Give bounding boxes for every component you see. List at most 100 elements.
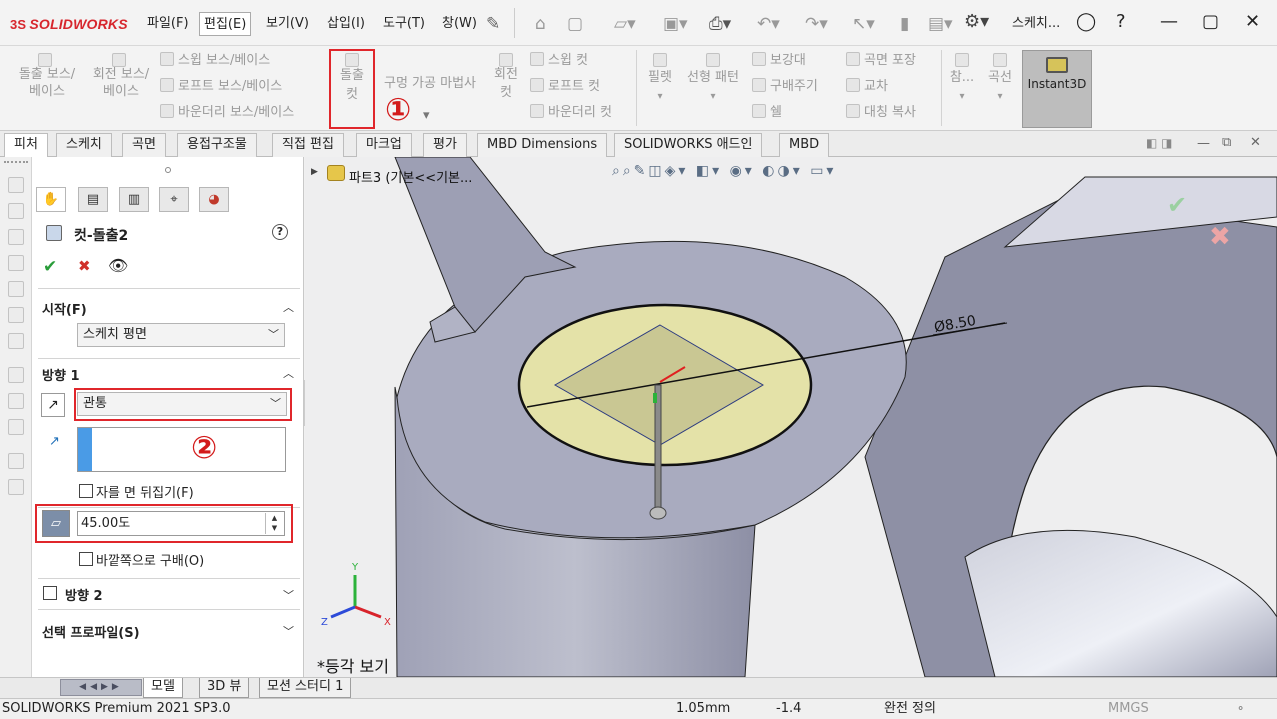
strip-tool-icon[interactable] xyxy=(8,229,24,245)
strip-tool-icon[interactable] xyxy=(8,367,24,383)
menu-window[interactable]: 창(W) xyxy=(438,12,481,36)
options-gear-icon[interactable]: ⚙▾ xyxy=(964,12,989,32)
revolve-boss-button[interactable]: 회전 보스/ 베이스 xyxy=(86,52,156,100)
graphics-area[interactable]: Ø8.50 ✔ ✖ Y X Z ▶ 파트3 (기본<<기본... ⌕⌕✎◫◈▾ … xyxy=(305,157,1277,677)
tab-weldments[interactable]: 용접구조물 xyxy=(177,133,257,157)
draft-angle-spinner[interactable]: ▲ ▼ xyxy=(265,513,283,534)
configuration-manager-tab[interactable]: ▥ xyxy=(119,187,149,212)
reverse-direction-button[interactable]: ↗ xyxy=(41,393,65,417)
tab-solidworks-addins[interactable]: SOLIDWORKS 애드인 xyxy=(614,133,763,157)
rebuild-icon[interactable]: ▮ xyxy=(900,14,909,34)
instant3d-button[interactable]: Instant3D xyxy=(1022,50,1092,128)
tab-evaluate[interactable]: 평가 xyxy=(423,133,467,157)
strip-tool-icon[interactable] xyxy=(8,177,24,193)
property-manager-tab[interactable]: ▤ xyxy=(78,187,108,212)
solidworks-logo[interactable]: 3S SOLIDWORKS xyxy=(10,16,128,32)
extrude-cut-button[interactable]: 돌출 컷 xyxy=(332,52,372,104)
boundary-boss-button[interactable]: 바운더리 보스/베이스 xyxy=(160,103,294,122)
undo-icon[interactable]: ↶▾ xyxy=(757,14,780,34)
strip-tool-icon[interactable] xyxy=(8,453,24,469)
tab-mbd[interactable]: MBD xyxy=(779,133,830,157)
wrap-button[interactable]: 곡면 포장 xyxy=(846,51,916,70)
tree-expand-icon[interactable]: ▶ xyxy=(311,167,318,177)
confirm-ok-icon[interactable]: ✔ xyxy=(1167,191,1187,219)
hole-wizard-button[interactable]: 구멍 가공 마법사 xyxy=(376,74,484,93)
cancel-button[interactable]: ✖ xyxy=(78,257,91,275)
from-collapse-icon[interactable]: ︿ xyxy=(283,299,294,315)
pin-icon[interactable]: ✎ xyxy=(486,14,500,34)
minimize-window-button[interactable]: — xyxy=(1160,12,1178,32)
user-account-icon[interactable]: ◯ xyxy=(1076,12,1096,32)
sweep-boss-button[interactable]: 스윕 보스/베이스 xyxy=(160,51,270,70)
tab-model[interactable]: 모델 xyxy=(143,678,183,698)
boundary-cut-button[interactable]: 바운더리 컷 xyxy=(530,103,612,122)
direction-reference-box[interactable] xyxy=(77,427,286,472)
from-start-select[interactable]: 스케치 평면 ﹀ xyxy=(77,323,285,347)
mirror-button[interactable]: 대칭 복사 xyxy=(846,103,916,122)
tab-direct-editing[interactable]: 직접 편집 xyxy=(272,133,344,157)
tab-features[interactable]: 피처 xyxy=(4,133,48,158)
tab-sketch[interactable]: 스케치 xyxy=(56,133,112,157)
maximize-window-button[interactable]: ▢ xyxy=(1202,12,1219,32)
extrude-boss-button[interactable]: 돌출 보스/ 베이스 xyxy=(12,52,82,100)
heads-up-view-toolbar[interactable]: ⌕⌕✎◫◈▾ ◧▾ ◉▾ ◐◑▾ ▭▾ xyxy=(612,163,836,179)
fillet-button[interactable]: 필렛 ▾ xyxy=(642,52,678,106)
file-properties-icon[interactable]: ▤▾ xyxy=(928,14,953,34)
tab-motion-study[interactable]: 모션 스터디 1 xyxy=(259,678,352,698)
help-icon[interactable]: ? xyxy=(1116,12,1126,32)
feature-manager-tab[interactable]: ✋ xyxy=(36,187,66,212)
unit-system[interactable]: MMGS xyxy=(1108,699,1149,719)
draft-button[interactable]: 구배주기 xyxy=(752,77,818,96)
doc-restore-icon[interactable]: ⧉ xyxy=(1222,135,1231,150)
curves-button[interactable]: 곡선 ▾ xyxy=(982,52,1018,106)
save-icon[interactable]: ▣▾ xyxy=(663,14,688,34)
redo-icon[interactable]: ↷▾ xyxy=(805,14,828,34)
direction2-checkbox[interactable] xyxy=(43,586,57,600)
selected-contours-expand-icon[interactable]: ﹀ xyxy=(283,623,294,639)
strip-tool-icon[interactable] xyxy=(8,255,24,271)
ok-button[interactable]: ✔ xyxy=(43,257,57,277)
strip-tool-icon[interactable] xyxy=(8,333,24,349)
menu-tools[interactable]: 도구(T) xyxy=(379,12,429,36)
intersect-button[interactable]: 교차 xyxy=(846,77,888,96)
strip-tool-icon[interactable] xyxy=(8,419,24,435)
display-manager-tab[interactable]: ◕ xyxy=(199,187,229,212)
select-icon[interactable]: ↖▾ xyxy=(852,14,875,34)
revolve-cut-button[interactable]: 회전 컷 xyxy=(488,52,524,102)
dimxpert-manager-tab[interactable]: ⌖ xyxy=(159,187,189,212)
menu-edit[interactable]: 편집(E) xyxy=(199,12,252,36)
extrude-direction-arrow[interactable] xyxy=(654,384,662,514)
preview-eye-icon[interactable]: 👁 xyxy=(108,256,128,275)
reference-geometry-button[interactable]: 참... ▾ xyxy=(946,52,978,106)
confirm-cancel-icon[interactable]: ✖ xyxy=(1209,222,1231,252)
draft-toggle-button[interactable]: ▱ xyxy=(42,510,70,537)
tab-surfaces[interactable]: 곡면 xyxy=(122,133,166,157)
home-icon[interactable]: ⌂ xyxy=(535,14,546,34)
tab-markup[interactable]: 마크업 xyxy=(356,133,412,157)
new-document-icon[interactable]: ▢ xyxy=(567,14,583,34)
linear-pattern-button[interactable]: 선형 패턴 ▾ xyxy=(682,52,744,106)
status-options-icon[interactable]: ⚬ xyxy=(1236,699,1245,719)
drag-handle[interactable] xyxy=(649,506,667,520)
panel-collapse-icon[interactable]: ◧ ◨ xyxy=(1146,136,1173,150)
loft-cut-button[interactable]: 로프트 컷 xyxy=(530,77,600,96)
strip-tool-icon[interactable] xyxy=(8,307,24,323)
tab-3d-views[interactable]: 3D 뷰 xyxy=(199,678,250,698)
menu-insert[interactable]: 삽입(I) xyxy=(323,12,369,36)
close-window-button[interactable]: ✕ xyxy=(1245,12,1260,32)
doc-close-icon[interactable]: ✕ xyxy=(1250,135,1261,150)
open-folder-icon[interactable]: ▱▾ xyxy=(614,14,636,34)
strip-tool-icon[interactable] xyxy=(8,479,24,495)
strip-tool-icon[interactable] xyxy=(8,393,24,409)
feature-tree-root[interactable]: 파트3 (기본<<기본... xyxy=(349,167,472,186)
sweep-cut-button[interactable]: 스윕 컷 xyxy=(530,51,588,70)
draft-angle-input[interactable]: 45.00도 ▲ ▼ xyxy=(77,511,285,536)
shell-button[interactable]: 쉘 xyxy=(752,103,782,122)
strip-tool-icon[interactable] xyxy=(8,281,24,297)
loft-boss-button[interactable]: 로프트 보스/베이스 xyxy=(160,77,282,96)
tab-mbd-dimensions[interactable]: MBD Dimensions xyxy=(477,133,608,157)
direction2-expand-icon[interactable]: ﹀ xyxy=(283,587,294,603)
end-condition-select[interactable]: 관통 ﹀ xyxy=(77,392,287,416)
help-button[interactable]: ? xyxy=(272,224,288,240)
flip-side-checkbox[interactable] xyxy=(79,484,93,498)
